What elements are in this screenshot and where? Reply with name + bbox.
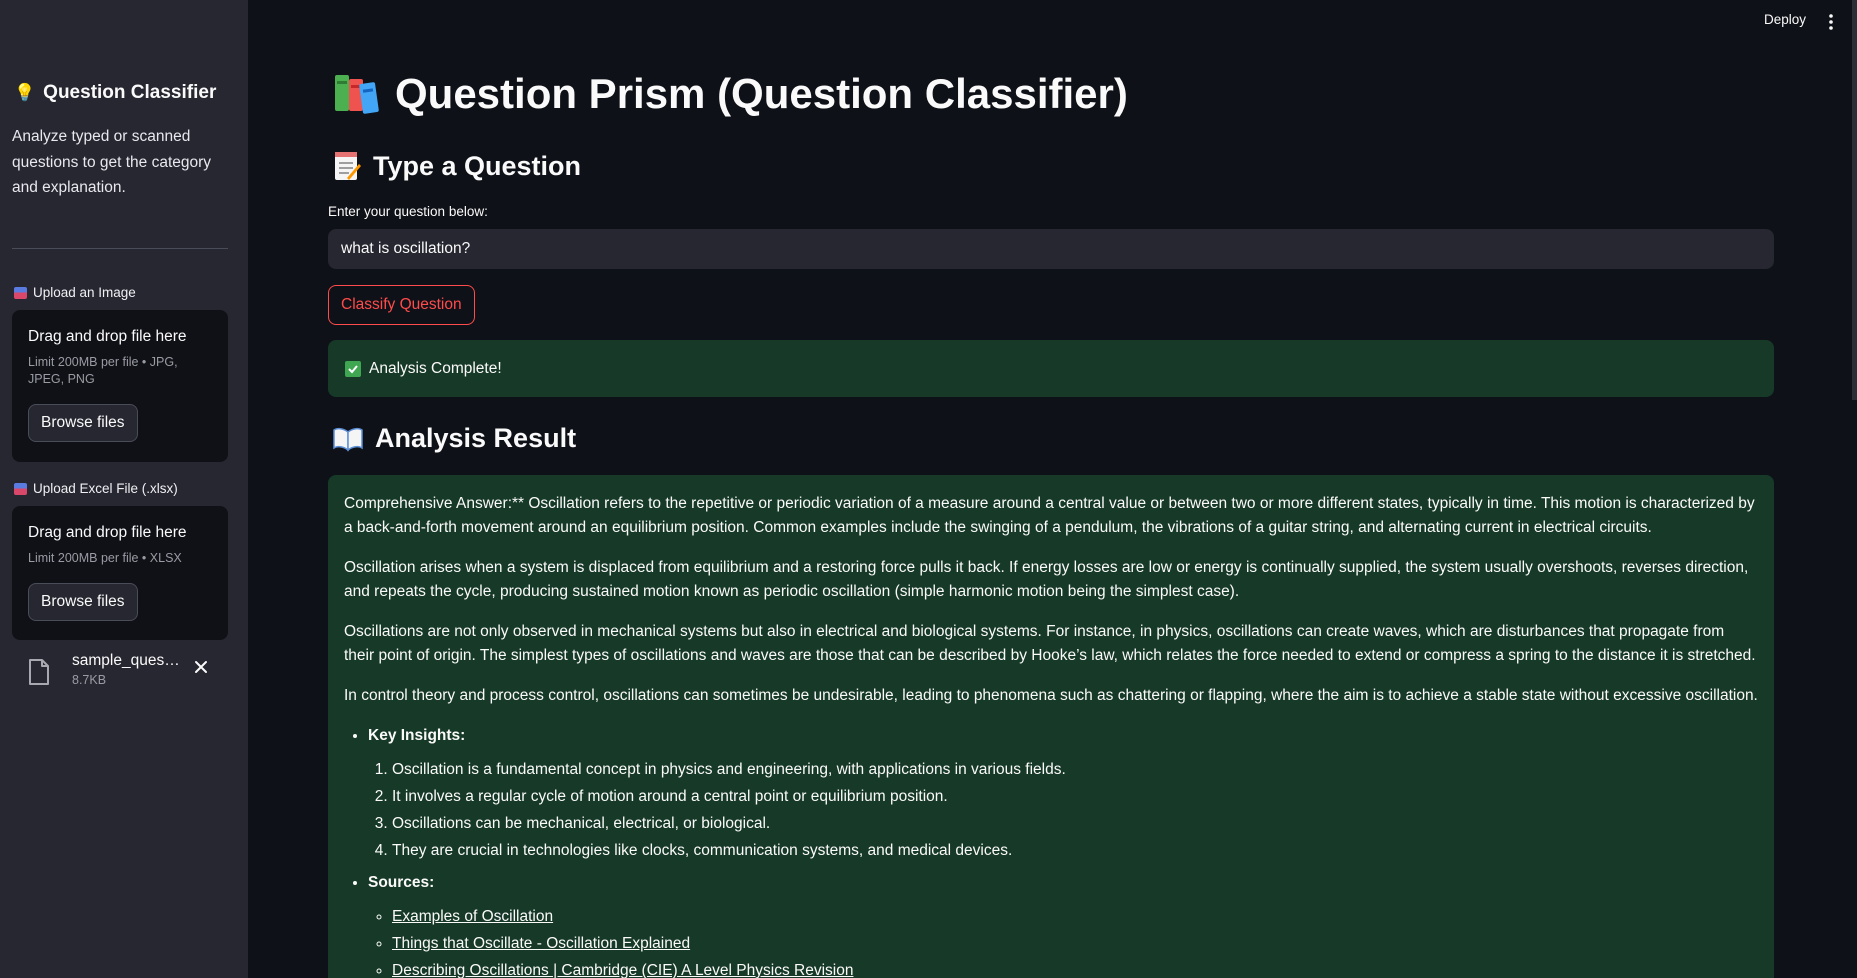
close-icon[interactable] [192, 658, 210, 676]
sidebar: 💡 Question Classifier Analyze typed or s… [0, 0, 248, 978]
question-input-label: Enter your question below: [328, 204, 488, 219]
key-insights-list: Oscillation is a fundamental concept in … [368, 758, 1758, 863]
sidebar-description: Analyze typed or scanned questions to ge… [12, 128, 212, 196]
type-question-heading-text: Type a Question [373, 150, 582, 181]
sidebar-title: 💡 Question Classifier [14, 82, 216, 104]
scrollbar[interactable] [1852, 0, 1857, 400]
file-icon [29, 659, 49, 685]
success-alert: Analysis Complete! [328, 340, 1774, 397]
image-dropzone[interactable]: Drag and drop file here Limit 200MB per … [12, 310, 228, 462]
analysis-result-heading-text: Analysis Result [375, 423, 577, 453]
sources-list: Examples of Oscillation Things that Osci… [368, 905, 1758, 978]
sources-item: Sources: Examples of Oscillation Things … [368, 871, 1758, 978]
classify-question-button[interactable]: Classify Question [328, 285, 475, 325]
source-link[interactable]: Things that Oscillate - Oscillation Expl… [392, 935, 690, 952]
source-item: Things that Oscillate - Oscillation Expl… [392, 932, 1758, 956]
result-paragraph: Oscillation arises when a system is disp… [344, 559, 1749, 600]
result-paragraph: Comprehensive Answer:** Oscillation refe… [344, 495, 1755, 536]
image-browse-button[interactable]: Browse files [28, 404, 138, 442]
excel-upload-label: Upload Excel File (.xlsx) [14, 481, 178, 496]
page-title-text: Question Prism (Question Classifier) [395, 70, 1128, 117]
insight-item: Oscillation is a fundamental concept in … [392, 758, 1758, 782]
excel-limit-text: Limit 200MB per file • XLSX [28, 551, 182, 565]
insight-item: Oscillations can be mechanical, electric… [392, 812, 1758, 836]
sidebar-divider [12, 248, 228, 249]
type-question-heading: Type a Question [333, 150, 581, 182]
mailbox-icon [14, 482, 27, 495]
page-title: Question Prism (Question Classifier) [333, 70, 1128, 118]
image-limit-text: Limit 200MB per file • JPG, JPEG, PNG [28, 355, 178, 386]
uploaded-file-row: sample_questions.xlsx 8.7KB [28, 652, 228, 696]
deploy-button[interactable]: Deploy [1764, 12, 1806, 27]
memo-icon [335, 152, 361, 180]
source-link[interactable]: Describing Oscillations | Cambridge (CIE… [392, 962, 853, 978]
source-item: Examples of Oscillation [392, 905, 1758, 929]
key-insights-label: Key Insights: [368, 727, 466, 744]
insight-item: They are crucial in technologies like cl… [392, 839, 1758, 863]
key-insights-item: Key Insights: Oscillation is a fundament… [368, 724, 1758, 863]
question-input[interactable] [328, 229, 1774, 269]
result-bullets: Key Insights: Oscillation is a fundament… [344, 724, 1758, 978]
analysis-result-box: Comprehensive Answer:** Oscillation refe… [328, 475, 1774, 978]
excel-drop-text: Drag and drop file here [28, 524, 187, 541]
source-link[interactable]: Examples of Oscillation [392, 908, 553, 925]
lightbulb-icon: 💡 [14, 83, 36, 102]
sidebar-title-text: Question Classifier [43, 82, 217, 103]
uploaded-file-size: 8.7KB [72, 673, 107, 687]
image-upload-label: Upload an Image [14, 285, 136, 300]
sources-label: Sources: [368, 874, 435, 891]
more-menu-icon[interactable] [1826, 13, 1836, 31]
insight-item: It involves a regular cycle of motion ar… [392, 785, 1758, 809]
analysis-result-heading: Analysis Result [333, 423, 576, 454]
result-paragraph: In control theory and process control, o… [344, 687, 1758, 704]
image-upload-label-text: Upload an Image [33, 285, 136, 300]
check-mark-icon [345, 360, 361, 377]
success-text: Analysis Complete! [369, 359, 502, 377]
source-item: Describing Oscillations | Cambridge (CIE… [392, 959, 1758, 978]
excel-dropzone[interactable]: Drag and drop file here Limit 200MB per … [12, 506, 228, 640]
mailbox-icon [14, 286, 27, 299]
image-drop-text: Drag and drop file here [28, 328, 187, 345]
books-icon [335, 75, 379, 114]
open-book-icon [333, 427, 363, 452]
excel-upload-label-text: Upload Excel File (.xlsx) [33, 481, 178, 496]
uploaded-file-name: sample_questions.xlsx [72, 652, 184, 669]
result-paragraph: Oscillations are not only observed in me… [344, 623, 1756, 664]
excel-browse-button[interactable]: Browse files [28, 583, 138, 621]
